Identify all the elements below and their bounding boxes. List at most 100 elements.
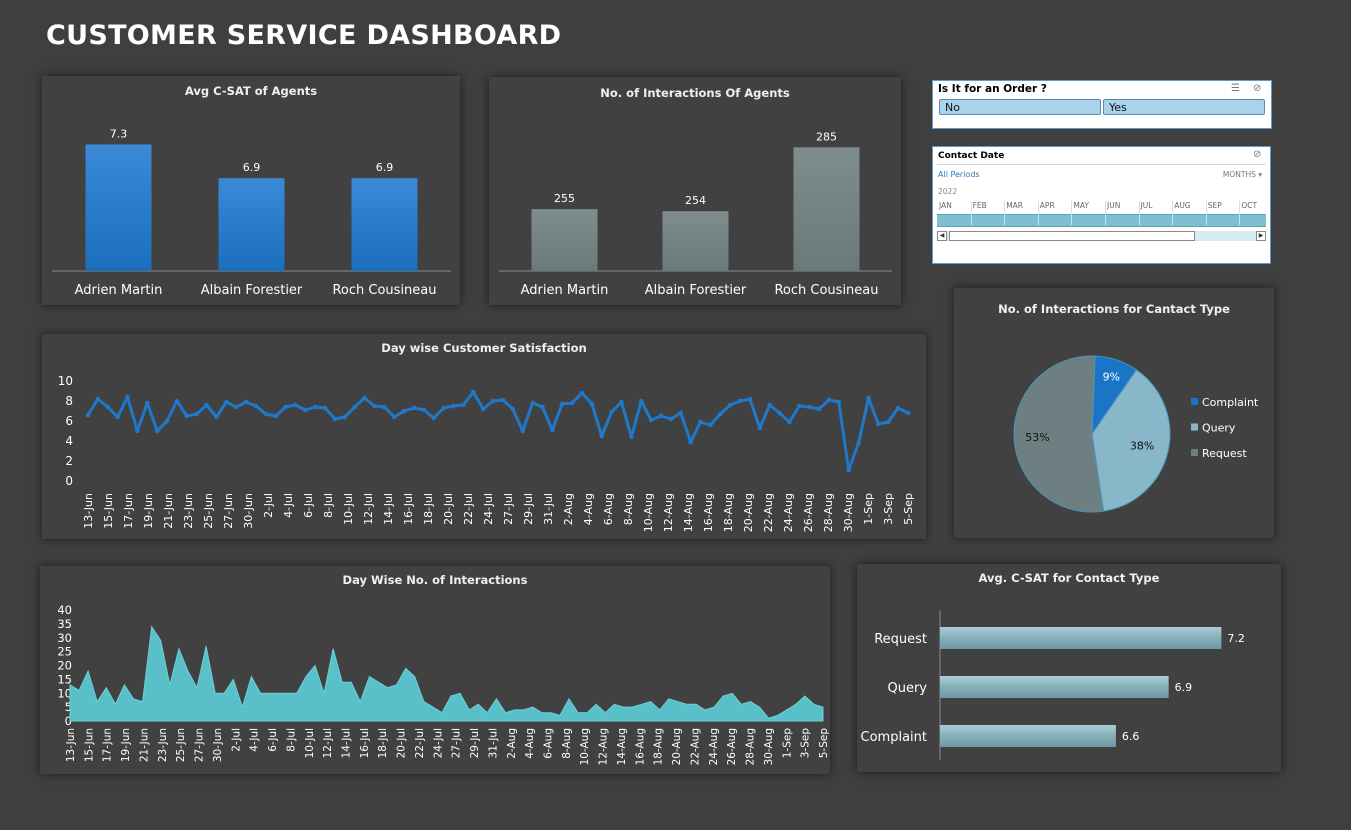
legend-swatch	[1191, 449, 1198, 456]
csat-point	[204, 402, 209, 408]
csat-point	[777, 410, 782, 416]
x-tick-label: 22-Jul	[414, 728, 426, 758]
csat-point	[263, 411, 269, 417]
timeline-month-label[interactable]: JUN	[1107, 201, 1120, 210]
csat-point	[105, 404, 111, 410]
order-option-no[interactable]: No	[939, 99, 1101, 115]
x-tick-label: 16-Jul	[402, 493, 415, 525]
csat-point	[283, 404, 288, 410]
legend-label: Request	[1202, 447, 1247, 460]
y-tick-label: 40	[57, 603, 72, 617]
contact-type-value: 6.6	[1122, 730, 1140, 743]
timeline-month-label[interactable]: JAN	[939, 201, 952, 210]
scroll-right-icon[interactable]: ▶	[1256, 231, 1266, 241]
x-tick-label: 27-Jul	[502, 493, 515, 525]
x-tick-label: 6-Aug	[543, 728, 555, 759]
x-tick-label: 15-Jun	[102, 493, 115, 529]
order-slicer-header: Is It for an Order ?	[938, 83, 1047, 95]
x-tick-label: 6-Jul	[267, 728, 279, 752]
csat-point	[214, 414, 219, 420]
timeline-month-label[interactable]: SEP	[1208, 201, 1222, 210]
x-tick-label: 4-Aug	[524, 728, 536, 759]
csat-point	[273, 413, 279, 419]
timeline-month-label[interactable]: FEB	[973, 201, 987, 210]
csat-point	[303, 407, 308, 413]
x-tick-label: 16-Jul	[359, 728, 371, 758]
multi-select-icon[interactable]: ☰	[1231, 83, 1240, 94]
y-tick-label: 2	[65, 454, 73, 468]
timeline-month-label[interactable]: JUL	[1141, 201, 1153, 210]
contact-type-pie-chart: 9% Complaint 38% Query 53% Request	[1013, 355, 1259, 513]
csat-point	[332, 416, 338, 422]
x-tick-label: 4-Jul	[249, 728, 261, 752]
clear-filter-icon[interactable]: ⊘	[1253, 83, 1261, 94]
timeline-month-label[interactable]: OCT	[1241, 201, 1257, 210]
scroll-thumb[interactable]	[949, 231, 1195, 241]
timeline-month-label[interactable]: APR	[1040, 201, 1055, 210]
csat-point	[569, 400, 575, 406]
csat-point	[184, 413, 190, 419]
clear-filter-icon[interactable]: ⊘	[1253, 149, 1261, 160]
csat-point	[550, 427, 555, 433]
timeline-month-label[interactable]: MAR	[1006, 201, 1023, 210]
csat-point	[688, 439, 693, 445]
timeline-tick	[1138, 201, 1140, 225]
x-tick-label: 20-Jul	[442, 493, 455, 525]
csat-point	[342, 414, 348, 420]
csat-point	[540, 404, 545, 410]
date-timeline-header: Contact Date	[938, 151, 1005, 161]
pie-percent-label: 53%	[1025, 431, 1049, 444]
x-tick-label: 10-Jul	[304, 728, 316, 758]
x-tick-label: 4-Jul	[282, 493, 295, 518]
time-level-dropdown[interactable]: MONTHS ▾	[1223, 170, 1262, 179]
x-tick-label: 16-Aug	[702, 493, 715, 532]
x-tick-label: 21-Jun	[138, 728, 150, 762]
interactions-area	[69, 625, 824, 722]
csat-point	[806, 404, 812, 410]
x-tick-label: 30-Aug	[763, 728, 775, 765]
timeline-tick	[1071, 201, 1073, 225]
x-tick-label: 27-Jun	[194, 728, 206, 762]
csat-point	[866, 395, 871, 401]
csat-point	[135, 428, 140, 434]
x-tick-label: 30-Jun	[242, 493, 255, 529]
x-tick-label: 5-Sep	[818, 728, 830, 759]
x-tick-label: 18-Aug	[722, 493, 735, 532]
y-tick-label: 6	[65, 414, 73, 428]
csat-point	[164, 418, 170, 424]
csat-point	[372, 403, 377, 409]
timeline-month-label[interactable]: MAY	[1073, 201, 1089, 210]
csat-point	[737, 398, 743, 404]
csat-agent-bar	[351, 178, 418, 271]
csat-point	[589, 401, 595, 407]
csat-point	[648, 417, 654, 423]
csat-point	[658, 413, 664, 419]
csat-point	[708, 422, 713, 428]
order-option-yes[interactable]: Yes	[1103, 99, 1265, 115]
interactions-agent-category-label: Albain Forestier	[645, 283, 747, 298]
legend-swatch	[1191, 398, 1198, 405]
time-level-label: MONTHS	[1222, 170, 1256, 179]
csat-agents-panel: Avg C-SAT of Agents 7.3 Adrien Martin 6.9 A…	[42, 76, 460, 305]
legend-label: Query	[1202, 422, 1236, 435]
csat-daily-panel: Day wise Customer Satisfaction 0 2 4 6 8 10 13…	[42, 334, 926, 539]
csat-point	[322, 405, 328, 411]
y-tick-label: 20	[57, 659, 72, 673]
csat-point	[441, 405, 446, 411]
csat-point	[846, 467, 852, 473]
csat-point	[233, 404, 239, 410]
contact-type-bar	[940, 725, 1116, 747]
timeline-tick	[1037, 201, 1039, 225]
csat-point	[174, 398, 180, 404]
scroll-left-icon[interactable]: ◀	[937, 231, 947, 241]
x-tick-label: 15-Jun	[83, 728, 95, 762]
contact-type-label: Complaint	[861, 730, 927, 745]
timeline-month-label[interactable]: AUG	[1174, 201, 1190, 210]
timeline-bar[interactable]	[937, 214, 1266, 227]
csat-point	[293, 402, 298, 408]
legend-label: Complaint	[1202, 396, 1259, 409]
all-periods-label: All Periods	[938, 170, 980, 179]
csat-agent-category-label: Adrien Martin	[75, 283, 163, 298]
timeline-scrollbar[interactable]: ◀ ▶	[937, 231, 1266, 241]
x-tick-label: 2-Aug	[562, 493, 575, 525]
